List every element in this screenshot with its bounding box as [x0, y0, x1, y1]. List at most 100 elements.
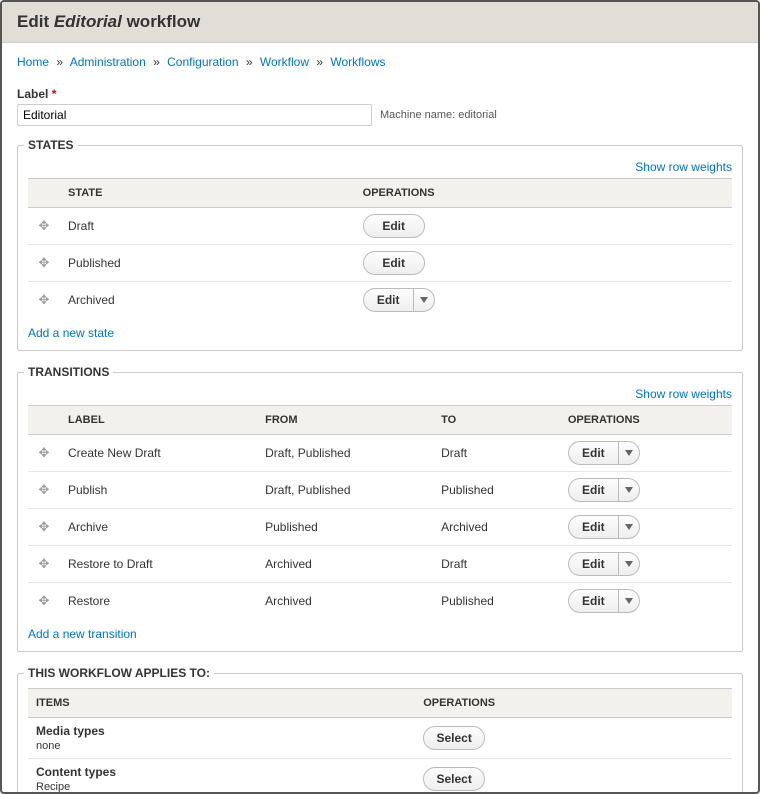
- label-field-text: Label: [17, 87, 48, 101]
- add-transition-link[interactable]: Add a new transition: [28, 627, 137, 641]
- transition-to: Draft: [433, 435, 560, 472]
- drag-handle-icon[interactable]: ✥: [36, 593, 52, 609]
- edit-button[interactable]: Edit: [568, 441, 618, 465]
- edit-button[interactable]: Edit: [568, 515, 618, 539]
- states-col-state: STATE: [60, 179, 355, 208]
- drag-handle-icon[interactable]: ✥: [36, 482, 52, 498]
- edit-button[interactable]: Edit: [568, 478, 618, 502]
- edit-button[interactable]: Edit: [568, 552, 618, 576]
- state-label: Archived: [60, 282, 355, 319]
- edit-button[interactable]: Edit: [363, 251, 425, 275]
- label-field-label: Label *: [17, 87, 743, 101]
- state-row: ✥ Draft Edit: [28, 208, 732, 245]
- edit-button[interactable]: Edit: [568, 589, 618, 613]
- transitions-show-row-weights-link[interactable]: Show row weights: [635, 387, 732, 401]
- applies-table: ITEMS OPERATIONS Media types none Select: [28, 688, 732, 794]
- dropdown-toggle[interactable]: [618, 478, 640, 502]
- applies-item-title: Content types: [36, 765, 407, 779]
- transition-from: Archived: [257, 583, 433, 620]
- state-label: Draft: [60, 208, 355, 245]
- breadcrumb-sep: »: [312, 55, 327, 69]
- chevron-down-icon: [625, 450, 633, 456]
- transition-label: Restore: [60, 583, 257, 620]
- applies-legend: THIS WORKFLOW APPLIES TO:: [24, 666, 214, 680]
- transition-label: Publish: [60, 472, 257, 509]
- transition-to: Draft: [433, 546, 560, 583]
- state-label: Published: [60, 245, 355, 282]
- transition-from: Draft, Published: [257, 435, 433, 472]
- drag-handle-icon[interactable]: ✥: [36, 218, 52, 234]
- transition-row: ✥ Create New DraftDraft, PublishedDraft Ed…: [28, 435, 732, 472]
- title-emphasis: Editorial: [54, 12, 122, 31]
- transitions-panel: TRANSITIONS Show row weights LABEL FROM …: [17, 365, 743, 652]
- dropdown-toggle[interactable]: [618, 441, 640, 465]
- transitions-legend: TRANSITIONS: [24, 365, 113, 379]
- drag-handle-icon[interactable]: ✥: [36, 556, 52, 572]
- transition-label: Archive: [60, 509, 257, 546]
- state-row: ✥ Archived Edit: [28, 282, 732, 319]
- title-suffix: workflow: [122, 12, 200, 31]
- drag-handle-icon[interactable]: ✥: [36, 445, 52, 461]
- drag-handle-icon[interactable]: ✥: [36, 519, 52, 535]
- breadcrumb-sep: »: [52, 55, 67, 69]
- title-prefix: Edit: [17, 12, 54, 31]
- breadcrumb-configuration[interactable]: Configuration: [167, 55, 238, 69]
- transitions-col-from: FROM: [257, 406, 433, 435]
- dropdown-toggle[interactable]: [618, 589, 640, 613]
- dropdown-toggle[interactable]: [618, 515, 640, 539]
- breadcrumb-workflows[interactable]: Workflows: [330, 55, 385, 69]
- page-title: Edit Editorial workflow: [17, 12, 743, 32]
- transitions-col-to: TO: [433, 406, 560, 435]
- state-row: ✥ Published Edit: [28, 245, 732, 282]
- machine-name-text: Machine name: editorial: [380, 109, 497, 121]
- breadcrumb-home[interactable]: Home: [17, 55, 49, 69]
- chevron-down-icon: [625, 561, 633, 567]
- page-titlebar: Edit Editorial workflow: [2, 2, 758, 43]
- edit-button[interactable]: Edit: [363, 214, 425, 238]
- dropdown-toggle[interactable]: [413, 288, 435, 312]
- transition-row: ✥ PublishDraft, PublishedPublished Edit: [28, 472, 732, 509]
- applies-item-title: Media types: [36, 724, 407, 738]
- transitions-col-ops: OPERATIONS: [560, 406, 732, 435]
- required-mark: *: [52, 87, 57, 101]
- applies-row: Content types Recipe Select: [28, 759, 732, 794]
- select-button[interactable]: Select: [423, 767, 485, 791]
- add-state-link[interactable]: Add a new state: [28, 326, 114, 340]
- applies-col-ops: OPERATIONS: [415, 689, 732, 718]
- transition-from: Draft, Published: [257, 472, 433, 509]
- transition-row: ✥ArchivePublishedArchivedEdit: [28, 509, 732, 546]
- drag-handle-icon[interactable]: ✥: [36, 255, 52, 271]
- breadcrumb-administration[interactable]: Administration: [70, 55, 146, 69]
- states-legend: STATES: [24, 138, 78, 152]
- states-col-ops: OPERATIONS: [355, 179, 732, 208]
- transition-to: Published: [433, 472, 560, 509]
- select-button[interactable]: Select: [423, 726, 485, 750]
- chevron-down-icon: [625, 487, 633, 493]
- dropdown-toggle[interactable]: [618, 552, 640, 576]
- applies-panel: THIS WORKFLOW APPLIES TO: ITEMS OPERATIO…: [17, 666, 743, 794]
- applies-item-subtext: none: [36, 740, 60, 752]
- drag-handle-icon[interactable]: ✥: [36, 292, 52, 308]
- label-input[interactable]: [17, 104, 372, 126]
- breadcrumb-workflow[interactable]: Workflow: [260, 55, 309, 69]
- transition-label: Create New Draft: [60, 435, 257, 472]
- applies-item-subtext: Recipe: [36, 781, 70, 793]
- breadcrumb-sep: »: [242, 55, 257, 69]
- edit-button[interactable]: Edit: [363, 288, 413, 312]
- applies-col-items: ITEMS: [28, 689, 415, 718]
- transition-from: Archived: [257, 546, 433, 583]
- states-panel: STATES Show row weights STATE OPERATIONS…: [17, 138, 743, 351]
- chevron-down-icon: [625, 524, 633, 530]
- transition-to: Archived: [433, 509, 560, 546]
- applies-row: Media types none Select: [28, 718, 732, 759]
- breadcrumb-sep: »: [149, 55, 164, 69]
- states-table: STATE OPERATIONS ✥ Draft Edit ✥ Publishe…: [28, 178, 732, 318]
- transition-to: Published: [433, 583, 560, 620]
- chevron-down-icon: [420, 297, 428, 303]
- transition-label: Restore to Draft: [60, 546, 257, 583]
- chevron-down-icon: [625, 598, 633, 604]
- states-show-row-weights-link[interactable]: Show row weights: [635, 160, 732, 174]
- transitions-col-label: LABEL: [60, 406, 257, 435]
- transition-row: ✥ RestoreArchivedPublished Edit: [28, 583, 732, 620]
- transitions-table: LABEL FROM TO OPERATIONS ✥ Create New Dra…: [28, 405, 732, 619]
